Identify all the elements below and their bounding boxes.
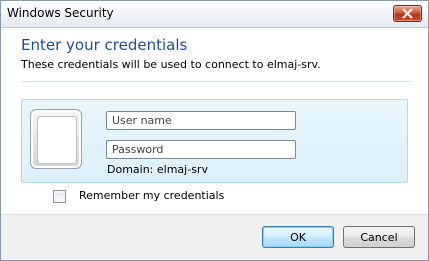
credentials-dialog: Windows Security Enter your credentials … bbox=[0, 0, 429, 261]
remember-credentials-checkbox[interactable] bbox=[53, 190, 66, 203]
close-button[interactable] bbox=[393, 5, 422, 22]
window-title: Windows Security bbox=[7, 6, 114, 20]
user-tile-picture bbox=[37, 116, 77, 164]
password-input[interactable] bbox=[106, 140, 296, 159]
dialog-content: Enter your credentials These credentials… bbox=[1, 28, 428, 214]
credential-tile[interactable]: Domain: elmaj-srv bbox=[21, 99, 408, 183]
ok-button[interactable]: OK bbox=[262, 226, 334, 248]
dialog-subtext: These credentials will be used to connec… bbox=[21, 58, 321, 71]
button-bar: OK Cancel bbox=[1, 214, 428, 260]
dialog-heading: Enter your credentials bbox=[21, 36, 188, 54]
close-icon bbox=[402, 8, 413, 19]
title-bar[interactable]: Windows Security bbox=[1, 1, 428, 28]
domain-label: Domain: elmaj-srv bbox=[107, 163, 208, 176]
remember-credentials-label[interactable]: Remember my credentials bbox=[79, 189, 224, 202]
username-input[interactable] bbox=[106, 111, 296, 130]
separator bbox=[21, 81, 412, 82]
cancel-button[interactable]: Cancel bbox=[343, 226, 415, 248]
user-tile-icon bbox=[30, 109, 82, 169]
